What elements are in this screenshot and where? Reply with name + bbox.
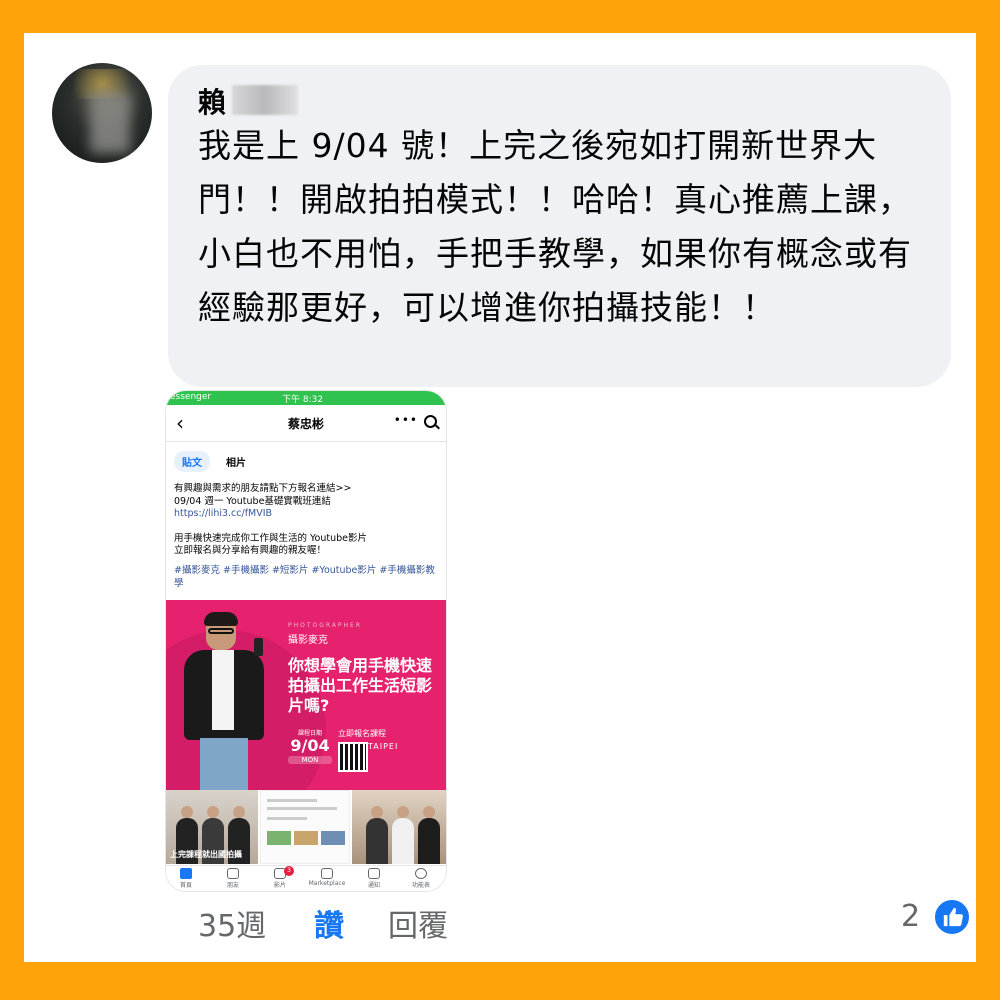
photo-thumbnails: 上完課程就出國拍攝 — [166, 790, 446, 864]
tab-photos: 相片 — [226, 458, 246, 469]
tab-home: 首頁 — [166, 868, 206, 889]
post-line: 09/04 週一 Youtube基礎實戰班連結 — [174, 495, 331, 507]
promo-banner: PHOTOGRAPHER 攝影麥克 你想學會用手機快速拍攝出工作生活短影片嗎? … — [166, 600, 446, 790]
friends-icon — [227, 868, 239, 879]
status-bar: essenger 下午 8:32 — [166, 391, 446, 405]
nav-bar: ‹ 蔡忠彬 ••• — [166, 405, 446, 442]
comment-bubble: 賴 我是上 9/04 號！上完之後宛如打開新世界大門！！開啟拍拍模式！！哈哈！真… — [168, 65, 951, 387]
status-time: 下午 8:32 — [282, 395, 324, 405]
tab-video: 影片 3 — [260, 866, 300, 889]
tab-friends: 朋友 — [213, 868, 253, 889]
reaction-count[interactable]: 2 — [901, 899, 920, 934]
comment-card: 賴 我是上 9/04 號！上完之後宛如打開新世界大門！！開啟拍拍模式！！哈哈！真… — [24, 33, 976, 962]
thumbnail-workshop — [352, 790, 446, 864]
thumbnail-youtube-page — [260, 790, 350, 864]
video-badge: 3 — [284, 866, 294, 876]
tab-marketplace: Marketplace — [307, 868, 347, 887]
attached-screenshot[interactable]: essenger 下午 8:32 ‹ 蔡忠彬 ••• 貼文 相片 有興趣與需求的… — [166, 391, 446, 891]
tab-posts: 貼文 — [174, 451, 210, 472]
banner-weekday: MON — [288, 756, 332, 764]
thumbnail-caption: 上完課程就出國拍攝 — [170, 850, 242, 859]
presenter-figure — [176, 612, 276, 790]
home-icon — [180, 868, 192, 879]
banner-photographer: PHOTOGRAPHER — [288, 622, 363, 629]
thumbnail-group-photo: 上完課程就出國拍攝 — [166, 790, 258, 864]
more-icon: ••• — [393, 413, 418, 427]
post-line: 用手機快速完成你工作與生活的 Youtube影片 — [174, 532, 368, 544]
post-text: 有興趣與需求的朋友請點下方報名連結>> 09/04 週一 Youtube基礎實戰… — [174, 483, 440, 558]
author-name-redaction — [232, 85, 298, 115]
avatar[interactable] — [52, 63, 152, 163]
tab-menu: 功能表 — [401, 868, 441, 889]
search-icon — [424, 415, 437, 428]
banner-brand: 攝影麥克 — [288, 635, 328, 646]
comment-time[interactable]: 35週 — [198, 901, 266, 945]
banner-signup: 立即報名課程 — [338, 729, 386, 738]
profile-tabs: 貼文 相片 — [166, 443, 446, 473]
banner-date-block: 課程日期 9/04 MON — [288, 728, 332, 764]
tab-notifications: 通知 — [354, 868, 394, 889]
thumbs-up-icon[interactable] — [932, 897, 972, 937]
bell-icon — [368, 868, 380, 879]
banner-city: TAIPEI — [368, 742, 399, 751]
post-hashtags: #攝影麥克 #手機攝影 #短影片 #Youtube影片 #手機攝影教學 — [174, 565, 435, 589]
banner-headline: 你想學會用手機快速拍攝出工作生活短影片嗎? — [288, 656, 433, 715]
author-name[interactable]: 賴 — [198, 81, 226, 121]
banner-date: 9/04 — [290, 736, 330, 755]
post-link: https://lihi3.cc/fMVIB — [174, 508, 273, 519]
qr-code-icon — [338, 742, 368, 772]
like-button[interactable]: 讚 — [314, 901, 344, 945]
post-line: 立即報名與分享給有興趣的親友喔！ — [174, 545, 327, 556]
phone-icon — [254, 638, 263, 656]
reply-button[interactable]: 回覆 — [388, 901, 448, 945]
app-tab-bar: 首頁 朋友 影片 3 Marketplace 通知 功能表 — [166, 865, 446, 891]
marketplace-icon — [321, 868, 333, 879]
avatar-blur — [90, 93, 130, 153]
comment-text: 我是上 9/04 號！上完之後宛如打開新世界大門！！開啟拍拍模式！！哈哈！真心推… — [198, 126, 912, 327]
post-line: 有興趣與需求的朋友請點下方報名連結>> — [174, 483, 352, 494]
status-app: essenger — [170, 392, 212, 402]
menu-icon — [415, 868, 427, 879]
